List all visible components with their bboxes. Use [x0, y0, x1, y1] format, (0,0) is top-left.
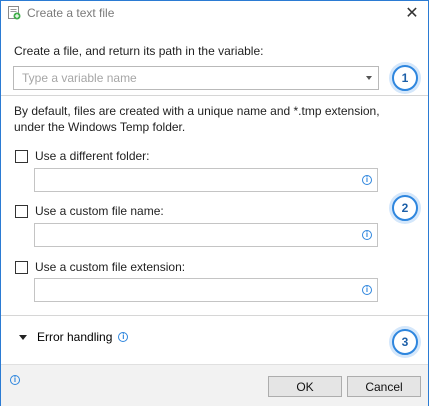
- custom-file-extension-label: Use a custom file extension:: [35, 260, 186, 274]
- chevron-down-icon[interactable]: [19, 334, 27, 340]
- dropdown-arrow-icon[interactable]: [366, 76, 372, 80]
- dialog-footer: i OK Cancel: [1, 364, 428, 406]
- text-file-add-icon: [8, 6, 21, 20]
- custom-file-extension-option[interactable]: Use a custom file extension:: [15, 259, 185, 275]
- file-extension-input[interactable]: i: [34, 278, 378, 302]
- different-folder-option[interactable]: Use a different folder:: [15, 148, 150, 164]
- custom-file-name-option[interactable]: Use a custom file name:: [15, 203, 164, 219]
- info-icon[interactable]: i: [362, 175, 372, 185]
- different-folder-label: Use a different folder:: [35, 149, 150, 163]
- different-folder-checkbox[interactable]: [15, 149, 28, 163]
- output-variable-section: Create a file, and return its path in th…: [1, 26, 428, 96]
- step-badge-3: 3: [392, 329, 418, 355]
- error-handling-toggle[interactable]: Error handling i: [19, 330, 129, 344]
- info-icon[interactable]: i: [362, 230, 372, 240]
- variable-name-combobox[interactable]: Type a variable name: [13, 66, 379, 90]
- step-badge-2: 2: [392, 195, 418, 221]
- file-name-input[interactable]: i: [34, 223, 378, 247]
- help-info-icon[interactable]: i: [10, 375, 20, 385]
- variable-name-placeholder: Type a variable name: [22, 71, 137, 85]
- folder-path-input[interactable]: i: [34, 168, 378, 192]
- output-variable-label: Create a file, and return its path in th…: [14, 44, 264, 58]
- error-handling-section: Error handling i 3: [1, 316, 428, 364]
- info-icon[interactable]: i: [118, 332, 129, 342]
- title-bar: Create a text file ✕: [1, 1, 428, 25]
- default-location-description: By default, files are created with a uni…: [14, 104, 380, 134]
- ok-button[interactable]: OK: [268, 376, 342, 397]
- custom-file-extension-checkbox[interactable]: [15, 260, 28, 274]
- file-options-section: By default, files are created with a uni…: [1, 96, 428, 316]
- info-icon[interactable]: i: [362, 285, 372, 295]
- create-text-file-dialog: Create a text file ✕ Create a file, and …: [0, 0, 429, 406]
- custom-file-name-checkbox[interactable]: [15, 204, 28, 218]
- custom-file-name-label: Use a custom file name:: [35, 204, 164, 218]
- close-icon[interactable]: ✕: [402, 4, 422, 22]
- error-handling-label[interactable]: Error handling: [37, 330, 112, 344]
- cancel-button[interactable]: Cancel: [347, 376, 421, 397]
- step-badge-1: 1: [392, 65, 418, 91]
- dialog-title: Create a text file: [27, 6, 115, 20]
